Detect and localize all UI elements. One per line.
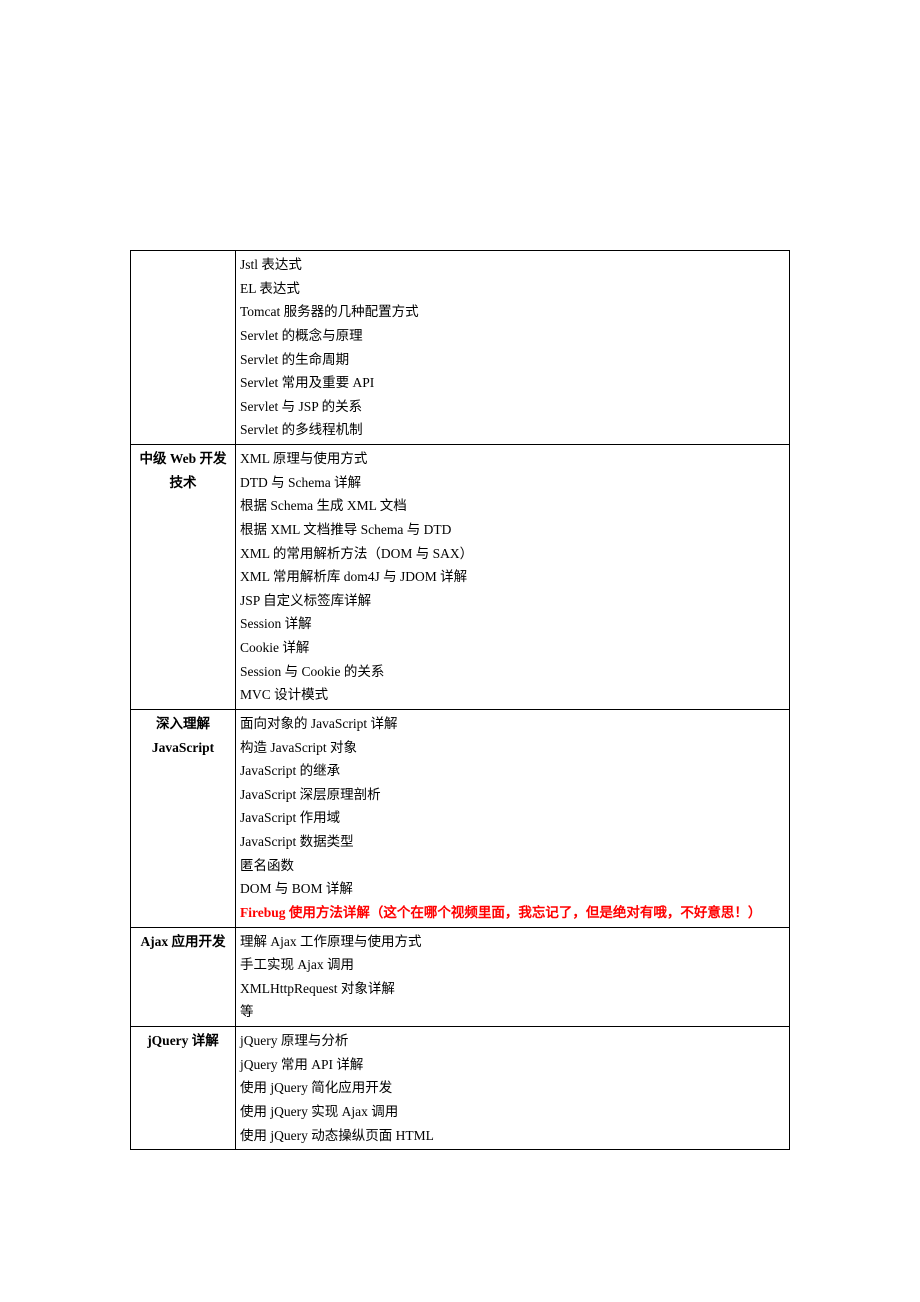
table-row: 中级 Web 开发技术XML 原理与使用方式DTD 与 Schema 详解根据 …	[131, 445, 790, 710]
list-item: Servlet 的生命周期	[240, 348, 785, 372]
list-item: Jstl 表达式	[240, 253, 785, 277]
items-cell: jQuery 原理与分析jQuery 常用 API 详解使用 jQuery 简化…	[236, 1027, 790, 1150]
list-item: JavaScript 的继承	[240, 759, 785, 783]
table-row: Ajax 应用开发理解 Ajax 工作原理与使用方式手工实现 Ajax 调用XM…	[131, 927, 790, 1027]
list-item: Servlet 的多线程机制	[240, 418, 785, 442]
document-page: Jstl 表达式EL 表达式Tomcat 服务器的几种配置方式Servlet 的…	[0, 0, 920, 1302]
list-item: JavaScript 作用域	[240, 806, 785, 830]
list-item: 构造 JavaScript 对象	[240, 736, 785, 760]
list-item: 根据 XML 文档推导 Schema 与 DTD	[240, 518, 785, 542]
category-cell: 深入理解 JavaScript	[131, 709, 236, 927]
items-cell: XML 原理与使用方式DTD 与 Schema 详解根据 Schema 生成 X…	[236, 445, 790, 710]
list-item: DOM 与 BOM 详解	[240, 877, 785, 901]
items-cell: 理解 Ajax 工作原理与使用方式手工实现 Ajax 调用XMLHttpRequ…	[236, 927, 790, 1027]
items-cell: 面向对象的 JavaScript 详解构造 JavaScript 对象JavaS…	[236, 709, 790, 927]
list-item: jQuery 原理与分析	[240, 1029, 785, 1053]
list-item: JSP 自定义标签库详解	[240, 589, 785, 613]
list-item: XML 的常用解析方法（DOM 与 SAX）	[240, 542, 785, 566]
list-item: EL 表达式	[240, 277, 785, 301]
list-item: 手工实现 Ajax 调用	[240, 953, 785, 977]
list-item: Servlet 与 JSP 的关系	[240, 395, 785, 419]
list-item: Servlet 的概念与原理	[240, 324, 785, 348]
list-item: 等	[240, 1000, 785, 1024]
course-table-body: Jstl 表达式EL 表达式Tomcat 服务器的几种配置方式Servlet 的…	[131, 251, 790, 1150]
list-item: 匿名函数	[240, 854, 785, 878]
list-item: 根据 Schema 生成 XML 文档	[240, 494, 785, 518]
list-item: Session 详解	[240, 612, 785, 636]
list-item: 使用 jQuery 实现 Ajax 调用	[240, 1100, 785, 1124]
list-item: Servlet 常用及重要 API	[240, 371, 785, 395]
table-row: jQuery 详解jQuery 原理与分析jQuery 常用 API 详解使用 …	[131, 1027, 790, 1150]
list-item: JavaScript 深层原理剖析	[240, 783, 785, 807]
list-item: JavaScript 数据类型	[240, 830, 785, 854]
list-item: Tomcat 服务器的几种配置方式	[240, 300, 785, 324]
list-item: 使用 jQuery 动态操纵页面 HTML	[240, 1124, 785, 1148]
list-item: XMLHttpRequest 对象详解	[240, 977, 785, 1001]
list-item: XML 常用解析库 dom4J 与 JDOM 详解	[240, 565, 785, 589]
list-item: XML 原理与使用方式	[240, 447, 785, 471]
list-item: jQuery 常用 API 详解	[240, 1053, 785, 1077]
list-item: MVC 设计模式	[240, 683, 785, 707]
category-cell: Ajax 应用开发	[131, 927, 236, 1027]
list-item: Session 与 Cookie 的关系	[240, 660, 785, 684]
list-item: Firebug 使用方法详解（这个在哪个视频里面，我忘记了，但是绝对有哦，不好意…	[240, 901, 785, 925]
items-cell: Jstl 表达式EL 表达式Tomcat 服务器的几种配置方式Servlet 的…	[236, 251, 790, 445]
table-row: Jstl 表达式EL 表达式Tomcat 服务器的几种配置方式Servlet 的…	[131, 251, 790, 445]
category-cell	[131, 251, 236, 445]
category-cell: jQuery 详解	[131, 1027, 236, 1150]
list-item: 理解 Ajax 工作原理与使用方式	[240, 930, 785, 954]
table-row: 深入理解 JavaScript面向对象的 JavaScript 详解构造 Jav…	[131, 709, 790, 927]
course-table: Jstl 表达式EL 表达式Tomcat 服务器的几种配置方式Servlet 的…	[130, 250, 790, 1150]
list-item: 面向对象的 JavaScript 详解	[240, 712, 785, 736]
category-cell: 中级 Web 开发技术	[131, 445, 236, 710]
list-item: 使用 jQuery 简化应用开发	[240, 1076, 785, 1100]
list-item: Cookie 详解	[240, 636, 785, 660]
list-item: DTD 与 Schema 详解	[240, 471, 785, 495]
